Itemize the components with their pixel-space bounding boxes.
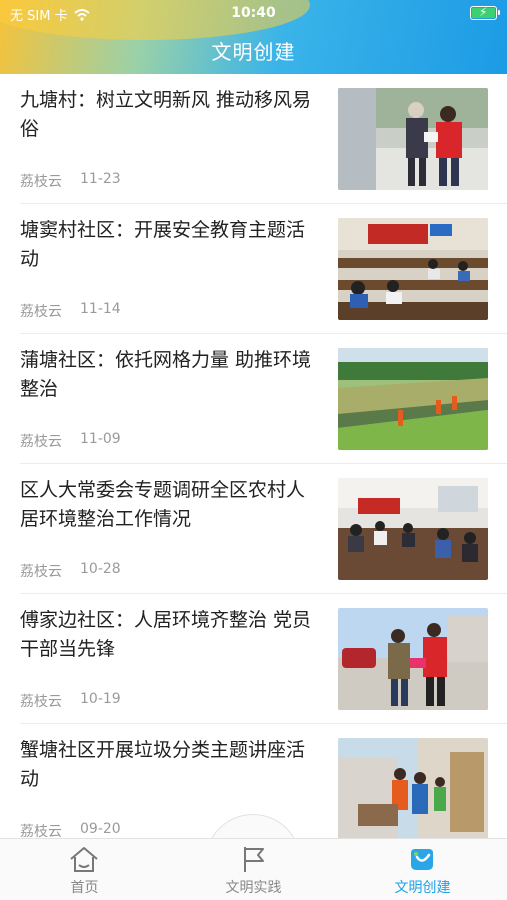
- tab-bar: 首页 文明实践 文明创建: [0, 838, 507, 900]
- tab-home-label: 首页: [70, 880, 99, 896]
- tab-home[interactable]: 首页: [0, 839, 169, 900]
- tab-civilization-practice-label: 文明实践: [225, 880, 282, 896]
- news-item[interactable]: 傅家边社区：人居环境齐整治 党员干部当先锋 荔枝云 10-19: [0, 594, 507, 724]
- news-source: 荔枝云: [20, 564, 62, 580]
- news-date: 10-28: [80, 561, 121, 577]
- news-source: 荔枝云: [20, 304, 62, 320]
- news-date: 11-09: [80, 431, 121, 447]
- news-thumbnail[interactable]: [338, 738, 488, 838]
- civilization-icon: [411, 849, 433, 870]
- news-thumbnail[interactable]: [338, 608, 488, 710]
- news-source: 荔枝云: [20, 694, 62, 710]
- news-thumbnail[interactable]: [338, 218, 488, 320]
- battery-icon: ⚡: [470, 5, 500, 20]
- news-title: 区人大常委会专题调研全区农村人居环境整治工作情况: [20, 479, 306, 530]
- tab-civilization-practice[interactable]: 文明实践: [169, 839, 338, 900]
- news-date: 11-14: [80, 301, 121, 317]
- news-source: 荔枝云: [20, 174, 62, 190]
- news-title: 傅家边社区：人居环境齐整治 党员干部当先锋: [20, 609, 312, 660]
- flag-icon: [244, 847, 264, 872]
- news-item[interactable]: 九塘村：树立文明新风 推动移风易俗 荔枝云 11-23: [0, 74, 507, 204]
- news-date: 11-23: [80, 171, 121, 187]
- page-title: 文明创建: [211, 40, 296, 64]
- tab-civilization-building-label: 文明创建: [394, 880, 451, 896]
- news-title: 塘窦村社区：开展安全教育主题活动: [20, 219, 306, 270]
- news-thumbnail[interactable]: [338, 478, 488, 580]
- news-date: 10-19: [80, 691, 121, 707]
- news-item[interactable]: 蒲塘社区：依托网格力量 助推环境整治 荔枝云 11-09: [0, 334, 507, 464]
- home-icon: [70, 847, 98, 872]
- tab-civilization-building[interactable]: 文明创建: [338, 839, 507, 900]
- news-source: 荔枝云: [20, 434, 62, 450]
- news-date: 09-20: [80, 821, 121, 837]
- status-time: 10:40: [231, 5, 276, 21]
- status-bar: 无 SIM 卡 10:40 ⚡: [0, 0, 507, 28]
- news-title: 九塘村：树立文明新风 推动移风易俗: [20, 89, 312, 140]
- news-title: 蟹塘社区开展垃圾分类主题讲座活动: [20, 739, 306, 790]
- news-title: 蒲塘社区：依托网格力量 助推环境整治: [20, 349, 312, 400]
- news-item[interactable]: 区人大常委会专题调研全区农村人居环境整治工作情况 荔枝云 10-28: [0, 464, 507, 594]
- app-header: 无 SIM 卡 10:40 ⚡ 文明创建: [0, 0, 507, 74]
- news-list[interactable]: 九塘村：树立文明新风 推动移风易俗 荔枝云 11-23 塘窦村社区：开展安全教育…: [0, 74, 507, 838]
- news-source: 荔枝云: [20, 824, 62, 838]
- news-thumbnail[interactable]: [338, 88, 488, 190]
- news-item[interactable]: 塘窦村社区：开展安全教育主题活动 荔枝云 11-14: [0, 204, 507, 334]
- news-thumbnail[interactable]: [338, 348, 488, 450]
